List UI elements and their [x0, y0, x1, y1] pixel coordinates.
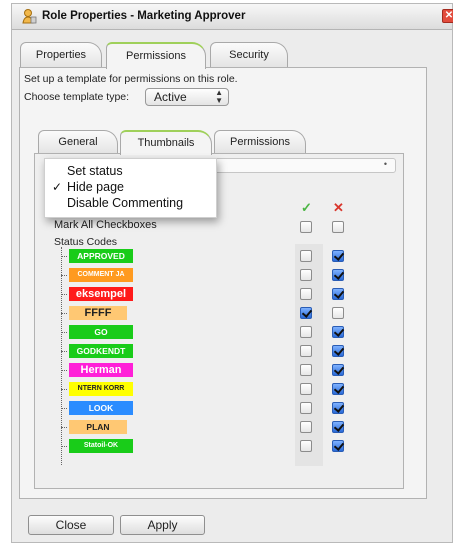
- tab-properties[interactable]: Properties: [20, 42, 102, 68]
- status-code-row: NTERN KORR: [61, 381, 151, 397]
- template-type-label: Choose template type:: [24, 91, 130, 103]
- tree-branch: [61, 408, 67, 409]
- approve-checkbox[interactable]: [300, 383, 312, 395]
- status-code-row: LOOK: [61, 400, 151, 416]
- menu-item-disable-commenting[interactable]: Disable Commenting: [45, 195, 216, 211]
- deny-checkbox[interactable]: [332, 345, 344, 357]
- approve-checkbox[interactable]: [300, 307, 312, 319]
- tree-branch: [61, 256, 67, 257]
- tab-security[interactable]: Security: [210, 42, 288, 68]
- tree-branch: [61, 351, 67, 352]
- status-code-row: Statoil-OK: [61, 438, 151, 454]
- deny-checkbox[interactable]: [332, 440, 344, 452]
- mark-all-deny-checkbox[interactable]: [332, 221, 344, 233]
- close-icon[interactable]: ✕: [442, 9, 453, 23]
- status-badge: NTERN KORR: [69, 382, 133, 396]
- approve-checkbox[interactable]: [300, 345, 312, 357]
- status-code-row: GODKENDT: [61, 343, 151, 359]
- approve-checkbox[interactable]: [300, 421, 312, 433]
- tree-branch: [61, 294, 67, 295]
- tree-branch: [61, 427, 67, 428]
- approve-column-icon: ✓: [301, 200, 312, 215]
- template-type-value: Active: [154, 90, 187, 104]
- status-badge: GODKENDT: [69, 344, 133, 358]
- status-badge: COMMENT JA: [69, 268, 133, 282]
- status-code-row: Herman: [61, 362, 151, 378]
- status-badge: FFFF: [69, 306, 127, 320]
- tree-branch: [61, 370, 67, 371]
- status-code-row: eksempel: [61, 286, 151, 302]
- apply-button[interactable]: Apply: [120, 515, 205, 535]
- tree-branch: [61, 275, 67, 276]
- mark-all-label: Mark All Checkboxes: [54, 219, 157, 231]
- title-bar[interactable]: Role Properties - Marketing Approver ✕: [12, 4, 453, 30]
- menu-item-set-status[interactable]: Set status: [45, 163, 216, 179]
- approve-checkbox[interactable]: [300, 402, 312, 414]
- status-code-row: APPROVED: [61, 248, 151, 264]
- deny-checkbox[interactable]: [332, 402, 344, 414]
- status-badge: Herman: [69, 363, 133, 377]
- approve-checkbox[interactable]: [300, 364, 312, 376]
- deny-checkbox[interactable]: [332, 326, 344, 338]
- status-codes-label: Status Codes: [54, 236, 118, 248]
- tree-branch: [61, 313, 67, 314]
- close-button[interactable]: Close: [28, 515, 114, 535]
- deny-checkbox[interactable]: [332, 307, 344, 319]
- status-badge: Statoil-OK: [69, 439, 133, 453]
- checkmark-icon: ✓: [52, 180, 63, 194]
- status-code-row: COMMENT JA: [61, 267, 151, 283]
- menu-item-hide-page[interactable]: ✓ Hide page: [45, 179, 216, 195]
- tab-thumbnails[interactable]: Thumbnails: [120, 130, 212, 155]
- tab-general[interactable]: General: [38, 130, 118, 154]
- deny-checkbox[interactable]: [332, 288, 344, 300]
- approve-checkbox[interactable]: [300, 440, 312, 452]
- dialog-title: Role Properties - Marketing Approver: [42, 10, 246, 22]
- select-arrows-icon: ▲ ▼: [215, 88, 223, 105]
- approve-checkbox[interactable]: [300, 269, 312, 281]
- tree-branch: [61, 446, 67, 447]
- tab-permissions[interactable]: Permissions: [106, 42, 206, 69]
- status-code-row: PLAN: [61, 419, 151, 435]
- status-badge: GO: [69, 325, 133, 339]
- status-badge: LOOK: [69, 401, 133, 415]
- tree-branch: [61, 332, 67, 333]
- deny-checkbox[interactable]: [332, 269, 344, 281]
- template-type-select[interactable]: Active ▲ ▼: [145, 88, 229, 106]
- role-icon: [22, 9, 37, 24]
- status-code-row: FFFF: [61, 305, 151, 321]
- deny-checkbox[interactable]: [332, 383, 344, 395]
- deny-checkbox[interactable]: [332, 250, 344, 262]
- approve-checkbox[interactable]: [300, 288, 312, 300]
- status-badge: APPROVED: [69, 249, 133, 263]
- deny-checkbox[interactable]: [332, 421, 344, 433]
- tab-inner-permissions[interactable]: Permissions: [214, 130, 306, 154]
- status-code-row: GO: [61, 324, 151, 340]
- approve-checkbox[interactable]: [300, 326, 312, 338]
- options-popup-menu: Set status ✓ Hide page Disable Commentin…: [44, 158, 217, 218]
- mark-all-approve-checkbox[interactable]: [300, 221, 312, 233]
- deny-column-icon: ✕: [333, 200, 344, 215]
- deny-checkbox[interactable]: [332, 364, 344, 376]
- header-dot-icon: •: [383, 159, 387, 169]
- template-description: Set up a template for permissions on thi…: [24, 73, 238, 85]
- status-badge: PLAN: [69, 420, 127, 434]
- tree-branch: [61, 389, 67, 390]
- approve-checkbox[interactable]: [300, 250, 312, 262]
- status-badge: eksempel: [69, 287, 133, 301]
